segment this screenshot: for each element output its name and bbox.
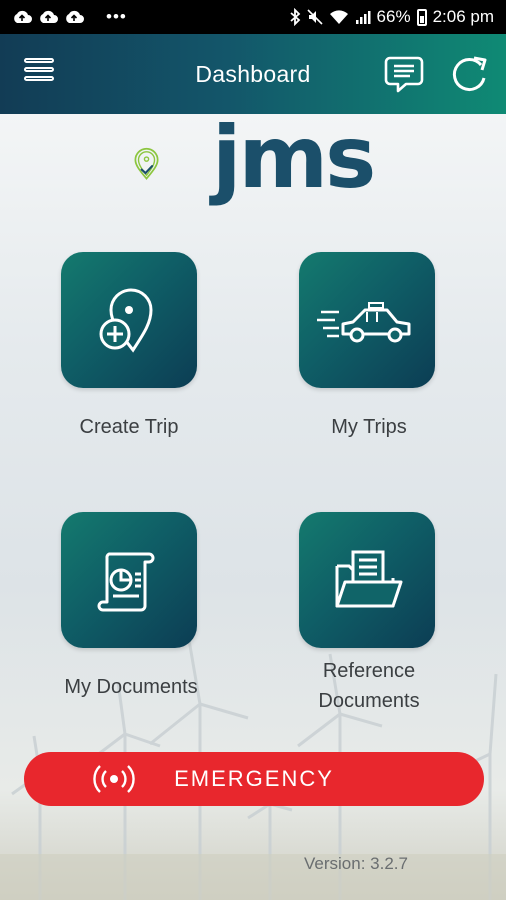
refresh-icon[interactable] [450,54,490,94]
bluetooth-icon [289,8,300,26]
broadcast-icon [93,765,135,793]
emergency-label: EMERGENCY [174,766,334,791]
my-trips-label[interactable]: My Trips [281,412,457,442]
system-icons: 66% 2:06 pm [289,7,494,27]
cloud-upload-icon [14,10,32,23]
battery-icon [416,8,427,26]
reference-documents-label-line2: Documents [318,690,420,712]
more-notifications-icon: ••• [106,7,127,26]
hamburger-menu-icon[interactable] [24,58,56,90]
jms-logo-text: jms [212,108,376,208]
clock: 2:06 pm [432,7,494,26]
reference-documents-label[interactable]: Reference Documents [271,656,467,716]
app-bar: Dashboard [0,34,506,114]
document-scroll-icon [97,552,155,612]
emergency-button[interactable]: EMERGENCY [24,752,484,806]
create-trip-label[interactable]: Create Trip [41,412,217,442]
status-bar: ••• 66% 2:06 pm [0,0,506,34]
page-title: Dashboard [195,60,311,87]
reference-documents-label-line1: Reference [322,660,416,682]
battery-percent: 66% [376,7,411,26]
create-trip-tile[interactable] [61,252,197,388]
cloud-upload-icon [40,10,58,23]
my-documents-tile[interactable] [61,512,197,648]
my-documents-label[interactable]: My Documents [31,672,231,702]
reference-documents-tile[interactable] [299,512,435,648]
signal-icon [355,11,371,24]
notification-icons: ••• [12,7,127,27]
mute-icon [306,9,323,25]
folder-icon [335,550,403,608]
car-icon [317,302,411,343]
wifi-icon [329,10,348,24]
my-trips-tile[interactable] [299,252,435,388]
version-text: Version: 3.2.7 [304,854,408,873]
chat-icon[interactable] [384,54,424,94]
jms-logo-pin-icon [134,147,159,180]
create-trip-icon [99,288,153,353]
cloud-upload-icon [66,10,84,23]
